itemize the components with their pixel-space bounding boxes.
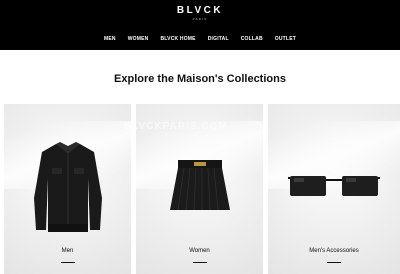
jacket-image (34, 142, 102, 232)
label-underline (327, 262, 341, 263)
label-underline (192, 262, 207, 263)
collection-card-men[interactable]: Men (4, 104, 131, 274)
card-label[interactable]: Women (136, 248, 263, 254)
section-heading: Explore the Maison's Collections (114, 73, 286, 85)
card-label[interactable]: Men (4, 248, 131, 254)
top-header: BLVCK PARIS MEN WOMEN BLVCK HOME DIGITAL… (0, 0, 400, 50)
label-underline (60, 262, 75, 263)
nav-item-digital[interactable]: DIGITAL (208, 36, 229, 42)
card-label[interactable]: Men's Accessories (268, 248, 400, 254)
nav-item-outlet[interactable]: OUTLET (275, 36, 296, 42)
sunglasses-image (288, 176, 380, 196)
nav-item-women[interactable]: WOMEN (128, 36, 149, 42)
watermark-text: BLVCKPARIS.COM (124, 121, 228, 132)
brand-logo[interactable]: BLVCK (0, 5, 400, 16)
nav-item-men[interactable]: MEN (104, 36, 116, 42)
collection-card-mens-accessories[interactable]: Men's Accessories (268, 104, 400, 274)
brand-subtitle: PARIS (192, 17, 208, 21)
nav-item-blvck-home[interactable]: BLVCK HOME (160, 36, 195, 42)
nav-item-collab[interactable]: COLLAB (241, 36, 263, 42)
skirt-image (170, 160, 230, 211)
main-nav: MEN WOMEN BLVCK HOME DIGITAL COLLAB OUTL… (0, 36, 400, 42)
